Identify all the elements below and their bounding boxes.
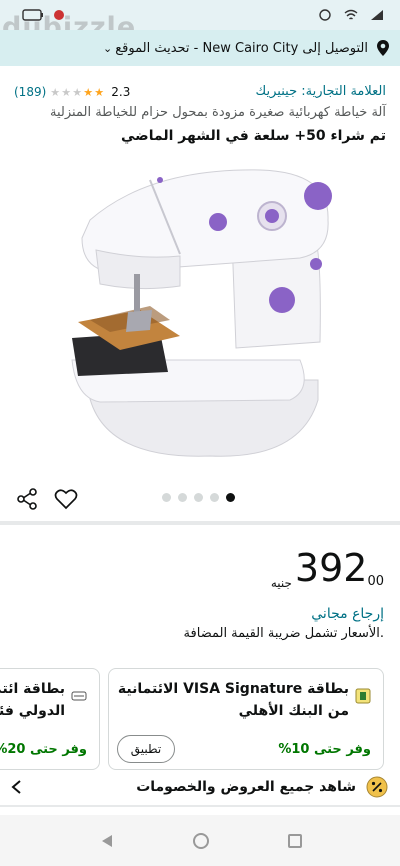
sewing-machine-image xyxy=(71,169,332,457)
star-icon: ★ xyxy=(83,85,94,99)
carousel-dot[interactable] xyxy=(162,493,171,502)
section-divider xyxy=(0,805,400,807)
offer-title-line1: بطاقة ائتمانية xyxy=(0,681,65,697)
system-nav-bar xyxy=(0,815,400,866)
bank-card-icon xyxy=(355,688,371,704)
rating-summary[interactable]: (189) ★ ★ ★ ★ ★ 2.3 xyxy=(14,85,130,99)
offer-card[interactable]: بطاقة VISA Signature الائتمانية من البنك… xyxy=(108,668,384,770)
offer-title-line2: من البنك الأهلي xyxy=(238,703,349,719)
apply-offer-button[interactable]: تطبيق xyxy=(117,735,175,763)
location-pin-icon xyxy=(377,40,389,56)
carousel-dot[interactable] xyxy=(178,493,187,502)
product-title: آلة خياطة كهربائية صغيرة مزودة بمحول حزا… xyxy=(50,105,386,120)
star-icon: ★ xyxy=(94,85,105,99)
brand-link[interactable]: العلامة التجارية: جينيريك xyxy=(256,84,386,99)
chevron-down-icon: ⌄ xyxy=(103,41,113,55)
alarm-icon xyxy=(319,9,331,21)
price-fraction: 00 xyxy=(367,574,384,589)
rating-value: 2.3 xyxy=(111,85,131,99)
rating-count: (189) xyxy=(14,85,47,99)
bank-card-icon xyxy=(71,691,87,701)
image-carousel-indicator xyxy=(162,493,235,502)
status-bar: dubizzle xyxy=(0,0,400,43)
carousel-dot[interactable] xyxy=(194,493,203,502)
home-icon[interactable] xyxy=(193,833,209,849)
product-image[interactable] xyxy=(0,160,400,470)
chevron-left-icon xyxy=(11,780,21,794)
offer-card[interactable]: بطاقة ائتمانية الدولي فئة وفر حتى 20% xyxy=(0,668,100,770)
star-icon: ★ xyxy=(72,85,83,99)
wifi-icon xyxy=(344,9,358,20)
carousel-dot[interactable] xyxy=(210,493,219,502)
price-currency: جنيه xyxy=(270,576,292,590)
see-all-offers-row[interactable]: شاهد جميع العروض والخصومات xyxy=(0,774,400,800)
offer-savings: وفر حتى 10% xyxy=(278,742,371,757)
offer-savings: وفر حتى 20% xyxy=(0,742,87,757)
offer-title: بطاقة VISA Signature الائتمانية من البنك… xyxy=(118,678,349,722)
offer-title-line2: الدولي فئة xyxy=(0,703,65,719)
delivery-location-text: التوصيل إلى New Cairo City - تحديث الموق… xyxy=(115,40,368,56)
price-block: جنيه 392 00 xyxy=(271,548,384,590)
offer-title: بطاقة ائتمانية الدولي فئة xyxy=(0,678,65,722)
free-returns-link[interactable]: إرجاع مجاني xyxy=(311,606,384,622)
brand-rating-row: العلامة التجارية: جينيريك (189) ★ ★ ★ ★ … xyxy=(0,84,400,104)
offer-title-line1: بطاقة VISA Signature الائتمانية xyxy=(117,681,349,697)
sold-count-text: تم شراء 50+ سلعة في الشهر الماضي xyxy=(121,128,386,144)
signal-icon xyxy=(371,10,383,20)
share-icon[interactable] xyxy=(16,488,38,510)
star-icon: ★ xyxy=(50,85,61,99)
heart-icon[interactable] xyxy=(54,488,78,510)
recent-apps-icon[interactable] xyxy=(288,834,302,848)
price-main: 392 xyxy=(294,546,368,590)
back-icon[interactable] xyxy=(100,834,114,848)
rating-stars: ★ ★ ★ ★ ★ xyxy=(50,87,105,98)
offers-carousel: بطاقة VISA Signature الائتمانية من البنك… xyxy=(0,668,400,770)
section-divider xyxy=(0,521,400,525)
delivery-location-bar[interactable]: التوصيل إلى New Cairo City - تحديث الموق… xyxy=(0,30,400,66)
percent-badge-icon xyxy=(366,776,388,798)
star-icon: ★ xyxy=(61,85,72,99)
see-all-offers-label: شاهد جميع العروض والخصومات xyxy=(136,779,356,795)
carousel-dot-active[interactable] xyxy=(226,493,235,502)
vat-note: .الأسعار تشمل ضريبة القيمة المضافة xyxy=(183,626,384,641)
